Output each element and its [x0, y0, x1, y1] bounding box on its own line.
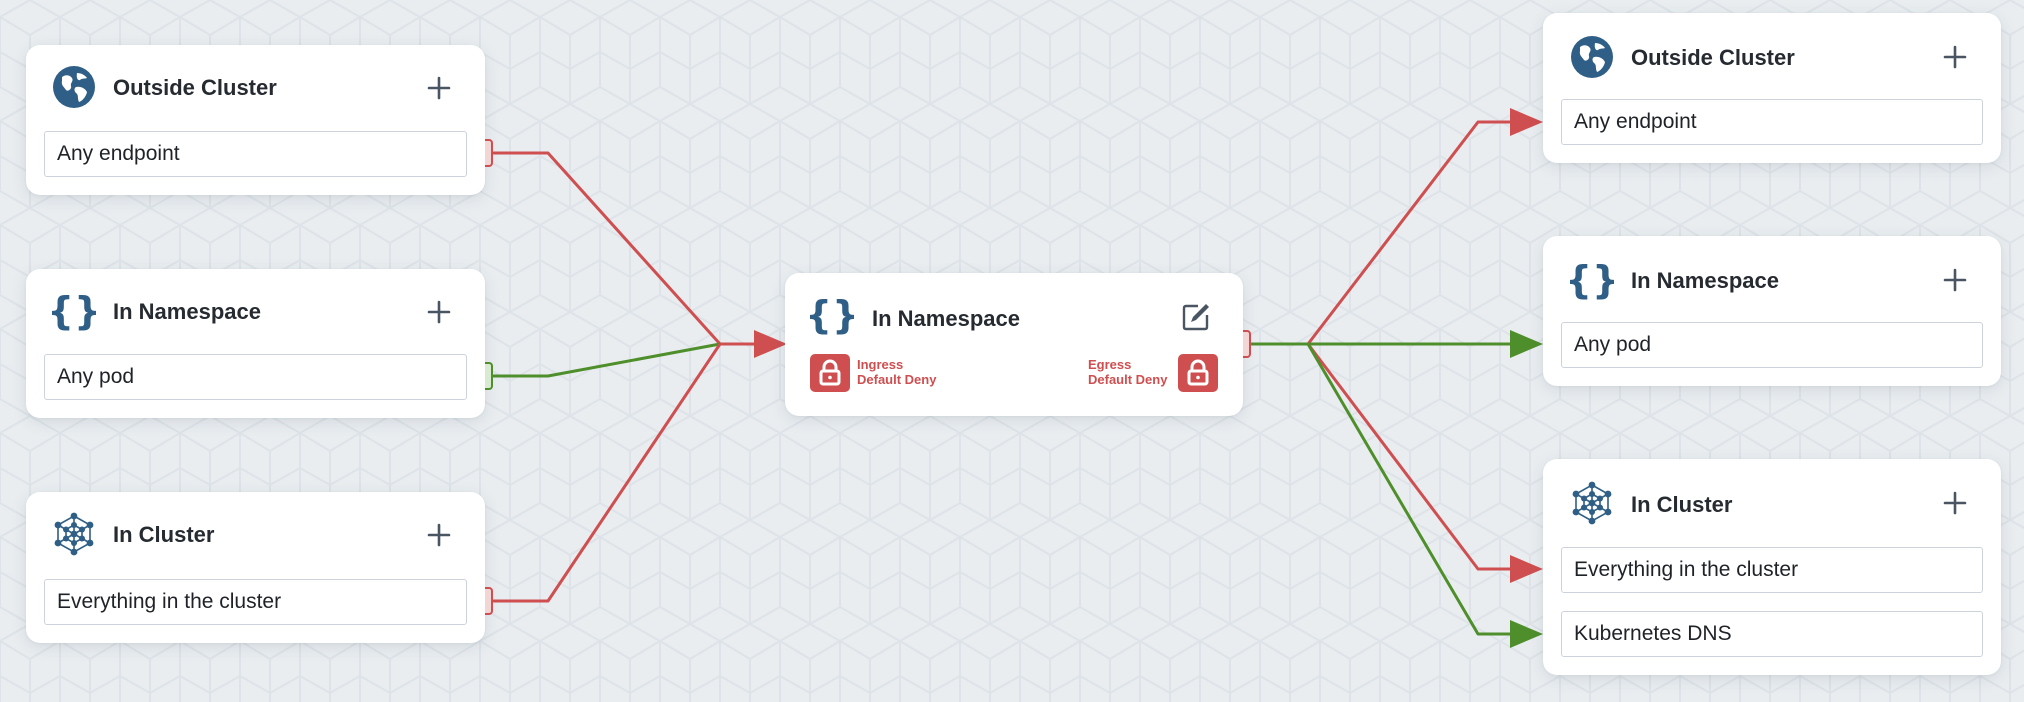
braces-icon: {}	[52, 289, 96, 333]
cluster-icon	[54, 512, 94, 556]
svg-text:{}: {}	[52, 289, 96, 333]
ingress-label: Ingress	[857, 357, 904, 372]
svg-text:{}: {}	[1570, 258, 1614, 302]
endpoint-item[interactable]: Any pod	[44, 354, 467, 400]
card-title: In Namespace	[1631, 268, 1779, 293]
braces-icon: {}	[810, 293, 854, 337]
egress-lock-badge[interactable]	[1178, 354, 1218, 392]
endpoint-item[interactable]: Any endpoint	[1561, 99, 1983, 145]
egress-port-deny	[485, 139, 493, 167]
ingress-lock-badge[interactable]	[810, 354, 850, 392]
wire-egress-dns	[1306, 343, 1512, 636]
ingress-card-in-cluster[interactable]: In Cluster Everything in the cluster	[26, 492, 485, 643]
arrowhead-egress-outside	[1510, 108, 1543, 136]
add-icon[interactable]	[1942, 490, 1968, 516]
add-icon[interactable]	[1942, 44, 1968, 70]
globe-icon	[1571, 36, 1613, 78]
egress-card-in-namespace[interactable]: {} In Namespace Any pod	[1543, 236, 2001, 386]
ingress-policy: Default Deny	[857, 372, 937, 387]
endpoint-item[interactable]: Everything in the cluster	[1561, 547, 1983, 593]
endpoint-item[interactable]: Any endpoint	[44, 131, 467, 177]
ingress-policy-label: Ingress Default Deny	[857, 357, 936, 387]
add-icon[interactable]	[1942, 267, 1968, 293]
egress-port-allow	[485, 362, 493, 390]
svg-text:{}: {}	[810, 293, 854, 337]
arrowhead-egress-namespace	[1510, 330, 1543, 358]
card-title: In Namespace	[113, 299, 261, 324]
edit-icon[interactable]	[1181, 302, 1211, 332]
egress-card-in-cluster[interactable]: In Cluster Everything in the cluster Kub…	[1543, 459, 2001, 675]
globe-icon	[53, 66, 95, 108]
egress-card-outside-cluster[interactable]: Outside Cluster Any endpoint	[1543, 13, 2001, 163]
card-title: In Cluster	[113, 522, 215, 547]
wire-egress-cluster	[1306, 343, 1512, 571]
ingress-card-in-namespace[interactable]: {} In Namespace Any pod	[26, 269, 485, 418]
lock-icon	[819, 359, 841, 386]
add-icon[interactable]	[426, 299, 452, 325]
wire-egress-outside	[1306, 120, 1512, 345]
card-title: In Cluster	[1631, 492, 1733, 517]
endpoint-item[interactable]: Any pod	[1561, 322, 1983, 368]
arrowhead-egress-dns	[1510, 620, 1543, 648]
wire-ingress-outside	[492, 151, 722, 346]
endpoint-item[interactable]: Everything in the cluster	[44, 579, 467, 625]
egress-label: Egress	[1088, 357, 1132, 372]
card-title: Outside Cluster	[1631, 45, 1795, 70]
braces-icon: {}	[1570, 258, 1614, 302]
center-title: In Namespace	[872, 306, 1020, 331]
egress-port-deny	[485, 587, 493, 615]
arrowhead-egress-cluster	[1510, 555, 1543, 583]
wire-ingress-namespace	[492, 342, 721, 378]
egress-policy-label: Egress Default Deny	[1088, 357, 1167, 387]
card-title: Outside Cluster	[113, 75, 277, 100]
endpoint-item[interactable]: Kubernetes DNS	[1561, 611, 1983, 657]
add-icon[interactable]	[426, 75, 452, 101]
arrowhead-center-ingress	[754, 330, 787, 358]
add-icon[interactable]	[426, 522, 452, 548]
center-card-in-namespace[interactable]: {} In Namespace Ingress Default Deny Egr…	[785, 273, 1243, 416]
wire-ingress-cluster	[492, 343, 722, 603]
egress-policy: Default Deny	[1088, 372, 1168, 387]
ingress-card-outside-cluster[interactable]: Outside Cluster Any endpoint	[26, 45, 485, 195]
cluster-icon	[1572, 481, 1612, 525]
center-egress-port	[1243, 330, 1251, 358]
lock-icon	[1187, 359, 1209, 386]
